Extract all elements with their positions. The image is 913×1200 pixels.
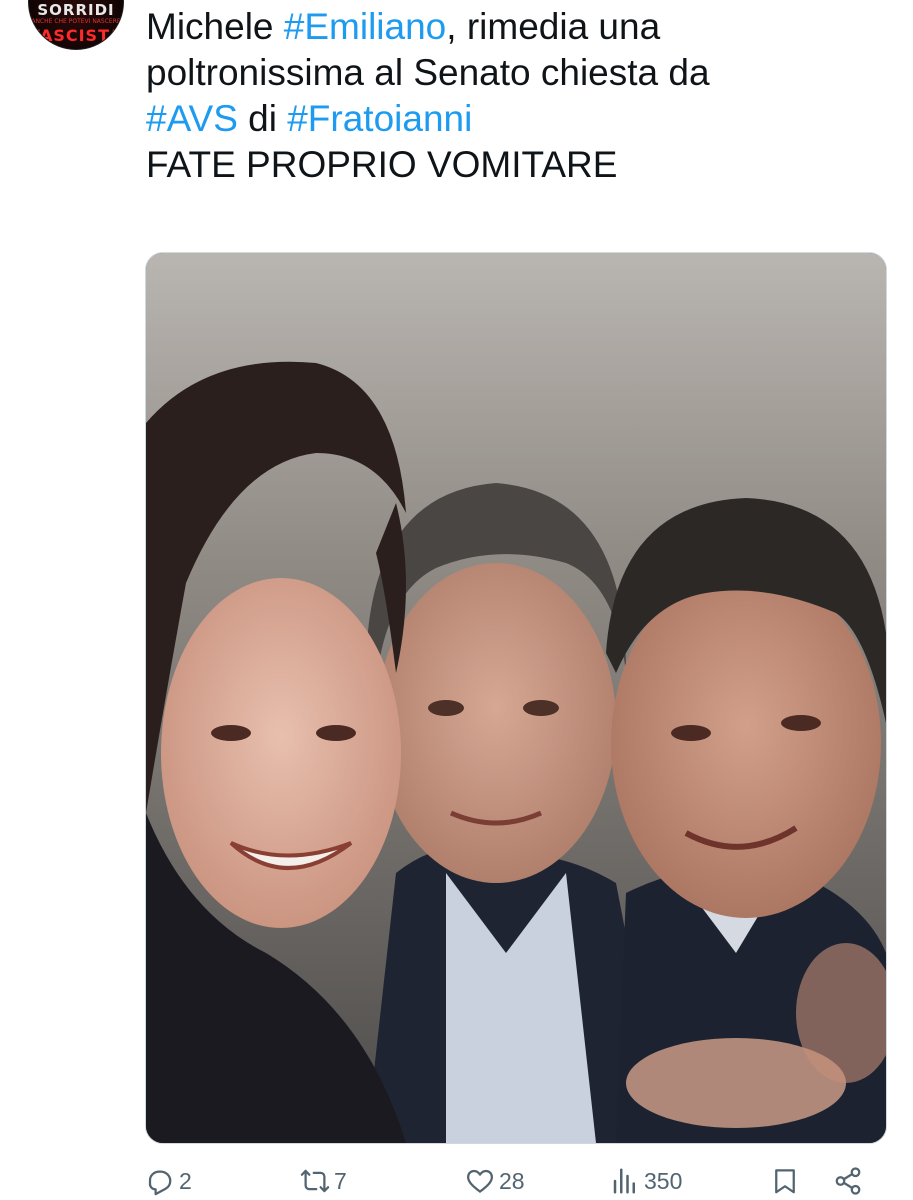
tweet-line-3: #AVS di #Fratoianni <box>146 96 886 142</box>
reply-button[interactable]: 2 <box>145 1166 192 1196</box>
avatar-text-bottom: FASCISTA <box>29 26 123 45</box>
tweet-text-segment: di <box>237 98 288 139</box>
tweet-photo[interactable] <box>145 252 887 1144</box>
heart-icon <box>467 1169 493 1193</box>
tweet-text-segment: , rimedia una <box>446 6 661 47</box>
bookmark-icon <box>775 1169 795 1194</box>
hashtag-link-avs[interactable]: #AVS <box>146 98 238 139</box>
repost-count: 7 <box>334 1167 347 1194</box>
avatar-text-top: SORRIDI <box>37 1 115 19</box>
reply-count: 2 <box>179 1167 192 1194</box>
views-button[interactable]: 350 <box>610 1166 682 1196</box>
hashtag-link-emiliano[interactable]: #Emiliano <box>284 6 446 47</box>
tweet-text-segment: Michele <box>146 6 284 47</box>
tweet-action-bar: 2 7 28 350 <box>145 1160 885 1200</box>
like-count: 28 <box>499 1167 525 1194</box>
tweet-line-4: FATE PROPRIO VOMITARE <box>146 144 618 185</box>
author-avatar[interactable]: SORRIDI ANCHE CHE POTEVI NASCERE FASCIST… <box>28 0 124 50</box>
avatar-text-mid: ANCHE CHE POTEVI NASCERE <box>31 18 121 25</box>
tweet-line-1: Michele #Emiliano, rimedia una <box>146 4 886 50</box>
hashtag-link-fratoianni[interactable]: #Fratoianni <box>287 98 472 139</box>
repost-button[interactable]: 7 <box>300 1166 347 1196</box>
bookmark-button[interactable] <box>770 1166 800 1196</box>
repost-icon <box>300 1169 330 1193</box>
share-button[interactable] <box>833 1166 863 1196</box>
reply-icon <box>148 1170 172 1196</box>
photo-illustration <box>146 253 886 1143</box>
views-icon <box>613 1168 635 1194</box>
like-button[interactable]: 28 <box>465 1166 525 1196</box>
tweet-line-2: poltronissima al Senato chiesta da <box>146 52 710 93</box>
share-icon <box>835 1167 861 1195</box>
tweet-text: Michele #Emiliano, rimedia una poltronis… <box>146 4 886 188</box>
views-count: 350 <box>644 1167 683 1194</box>
